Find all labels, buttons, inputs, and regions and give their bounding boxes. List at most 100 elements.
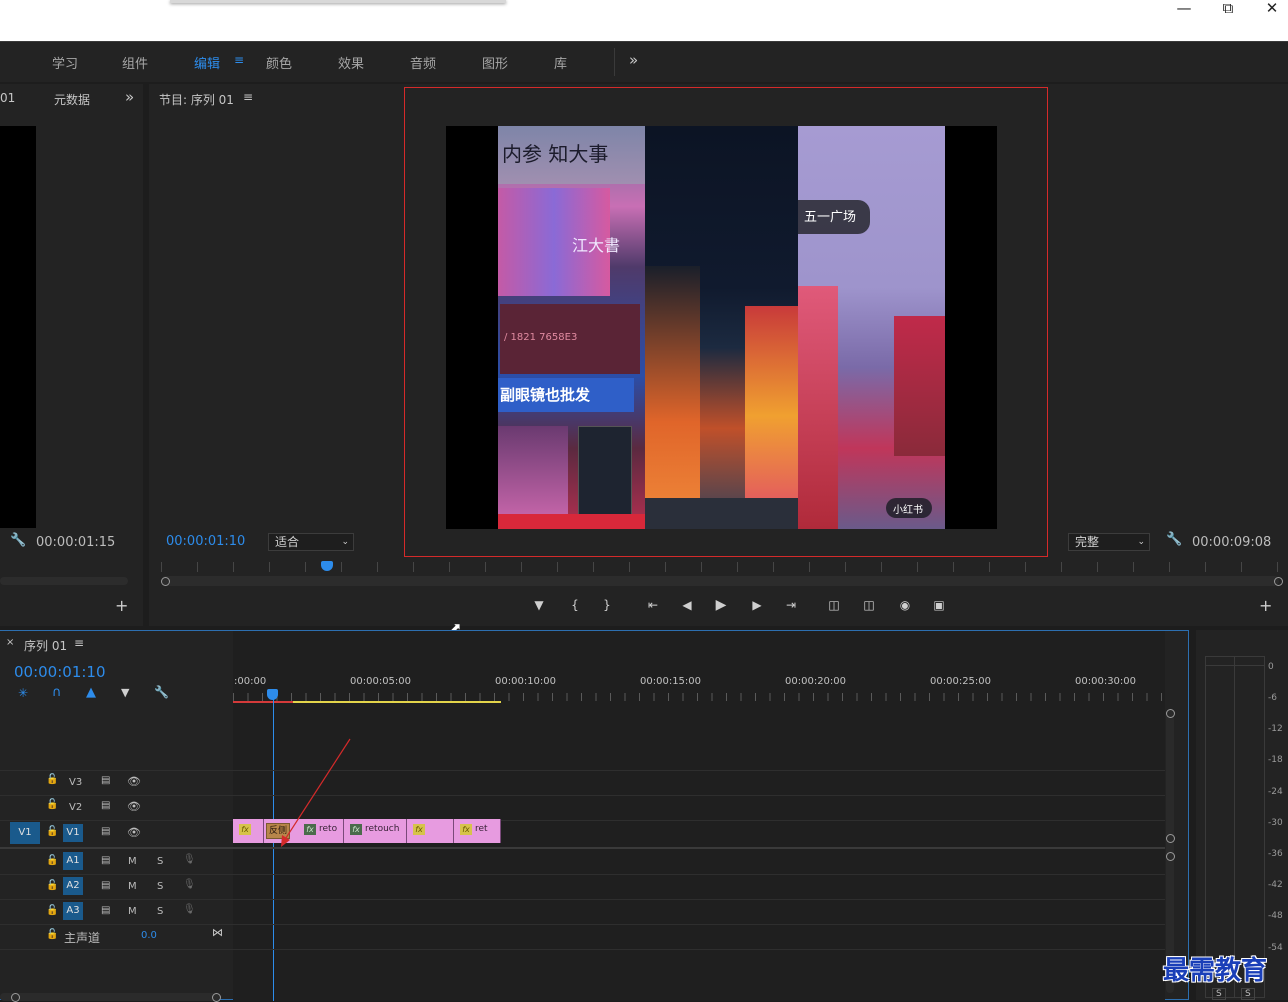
mute-button[interactable]: M	[128, 906, 137, 917]
add-button-icon[interactable]: +	[115, 596, 128, 615]
workspace-divider	[614, 48, 615, 76]
workspace-tab-color[interactable]: 颜色	[266, 53, 292, 72]
workspace-tab-effects[interactable]: 效果	[338, 53, 364, 72]
step-back-icon[interactable]: ◀	[677, 596, 697, 614]
source-patch-v1[interactable]: V1	[10, 822, 40, 844]
master-volume-value[interactable]: 0.0	[141, 930, 157, 941]
zoom-handle-right[interactable]	[1274, 577, 1283, 586]
meter-scale-label: -54	[1268, 943, 1283, 953]
more-workspaces-icon[interactable]: »	[629, 51, 638, 69]
workspace-tab-libraries[interactable]: 库	[554, 53, 567, 72]
scroll-handle-right[interactable]	[212, 993, 221, 1002]
meter-solo-button[interactable]: S	[1241, 988, 1255, 1000]
workspace-tab-learn[interactable]: 学习	[52, 53, 78, 72]
timeline-ruler-ticks[interactable]	[233, 693, 1165, 701]
mute-button[interactable]: M	[128, 856, 137, 867]
camera-icon[interactable]: ◉	[895, 596, 915, 614]
sync-lock-icon[interactable]: ▤	[101, 855, 110, 866]
workspace-tab-graphics[interactable]: 图形	[482, 53, 508, 72]
go-to-out-icon[interactable]: ⇥	[781, 596, 801, 614]
title-bar: — ⧉ ✕	[0, 0, 1288, 41]
source-scrollbar[interactable]	[0, 577, 128, 585]
linked-selection-icon[interactable]: ▲	[86, 685, 96, 700]
mute-button[interactable]: M	[128, 881, 137, 892]
microphone-icon[interactable]: 🎙	[183, 904, 196, 915]
zoom-handle-left[interactable]	[161, 577, 170, 586]
lock-icon[interactable]: 🔓	[46, 855, 58, 866]
play-icon[interactable]: ▶	[711, 596, 731, 614]
program-menu-icon[interactable]: ≡	[243, 90, 253, 104]
meter-solo-button[interactable]: S	[1212, 988, 1226, 1000]
add-marker-icon[interactable]: ▼	[121, 686, 129, 699]
fit-select[interactable]: 适合 ⌄	[268, 533, 354, 551]
snap-icon[interactable]: ∩	[52, 685, 62, 700]
minimize-icon[interactable]: —	[1162, 0, 1206, 18]
sync-lock-icon[interactable]: ▤	[101, 800, 110, 811]
close-icon[interactable]: ✕	[1250, 0, 1288, 18]
track-v2-label[interactable]: V2	[69, 802, 82, 813]
timeline-settings-wrench-icon[interactable]: 🔧	[154, 685, 169, 699]
go-to-endpoint-icon[interactable]: ⋈	[212, 926, 223, 939]
wrench-icon[interactable]: 🔧	[1166, 532, 1182, 547]
meter-scale-label: -12	[1268, 724, 1283, 734]
lock-icon[interactable]: 🔓	[46, 905, 58, 916]
close-tab-icon[interactable]: ×	[6, 637, 14, 648]
add-marker-icon[interactable]: ▼	[529, 596, 549, 614]
microphone-icon[interactable]: 🎙	[183, 879, 196, 890]
workspace-tab-editing[interactable]: 编辑	[194, 53, 220, 72]
mark-in-icon[interactable]: {	[565, 596, 585, 614]
track-a1-label[interactable]: A1	[63, 852, 83, 870]
extract-icon[interactable]: ◫	[859, 596, 879, 614]
lock-icon[interactable]: 🔓	[46, 826, 58, 837]
comparison-view-icon[interactable]: ▣	[929, 596, 949, 614]
restore-icon[interactable]: ⧉	[1206, 0, 1250, 18]
workspace-tab-assembly[interactable]: 组件	[122, 53, 148, 72]
workspace-tab-audio[interactable]: 音频	[410, 53, 436, 72]
eye-icon[interactable]: 👁	[127, 826, 141, 839]
track-v1-label[interactable]: V1	[63, 824, 83, 842]
track-a2-label[interactable]: A2	[63, 877, 83, 895]
timeline-timecode[interactable]: 00:00:01:10	[14, 663, 106, 681]
add-button-icon[interactable]: +	[1259, 596, 1272, 615]
microphone-icon[interactable]: 🎙	[183, 854, 196, 865]
wrench-icon[interactable]: 🔧	[10, 533, 26, 548]
solo-button[interactable]: S	[157, 906, 163, 917]
quality-select[interactable]: 完整 ⌄	[1068, 533, 1150, 551]
lock-icon[interactable]: 🔓	[46, 880, 58, 891]
lift-icon[interactable]: ◫	[824, 596, 844, 614]
clip[interactable]: fx	[407, 819, 454, 843]
solo-button[interactable]: S	[157, 881, 163, 892]
eye-icon[interactable]: 👁	[127, 775, 141, 788]
scroll-handle-left[interactable]	[11, 993, 20, 1002]
clip[interactable]: fx ret	[454, 819, 501, 843]
metadata-tab[interactable]: 元数据	[54, 91, 90, 108]
lock-icon[interactable]: 🔓	[46, 774, 58, 785]
sequence-menu-icon[interactable]: ≡	[74, 636, 84, 650]
eye-icon[interactable]: 👁	[127, 800, 141, 813]
program-current-timecode[interactable]: 00:00:01:10	[166, 534, 245, 549]
sync-lock-icon[interactable]: ▤	[101, 775, 110, 786]
lock-icon[interactable]: 🔓	[46, 799, 58, 810]
go-to-in-icon[interactable]: ⇤	[643, 596, 663, 614]
lock-icon[interactable]: 🔓	[46, 929, 58, 940]
annotation-arrow	[281, 738, 351, 847]
step-forward-icon[interactable]: ▶	[747, 596, 767, 614]
workspace-menu-icon[interactable]: ≡	[234, 53, 244, 67]
source-timecode[interactable]: 00:00:01:15	[36, 535, 115, 550]
source-tab-partial[interactable]: 01	[0, 91, 15, 105]
program-monitor-title[interactable]: 节目: 序列 01	[159, 91, 234, 108]
track-a3-label[interactable]: A3	[63, 902, 83, 920]
program-zoom-bar[interactable]	[161, 576, 1279, 586]
sync-lock-icon[interactable]: ▤	[101, 905, 110, 916]
track-v3-label[interactable]: V3	[69, 777, 82, 788]
meter-scale-label: -36	[1268, 849, 1283, 859]
sequence-tab[interactable]: 序列 01	[24, 637, 67, 654]
sync-lock-icon[interactable]: ▤	[101, 826, 110, 837]
nest-icon[interactable]: ✳	[18, 686, 28, 700]
clip[interactable]: fx	[233, 819, 264, 843]
sync-lock-icon[interactable]: ▤	[101, 880, 110, 891]
source-viewer	[0, 126, 36, 528]
solo-button[interactable]: S	[157, 856, 163, 867]
panel-overflow-icon[interactable]: »	[125, 88, 134, 106]
mark-out-icon[interactable]: }	[597, 596, 617, 614]
